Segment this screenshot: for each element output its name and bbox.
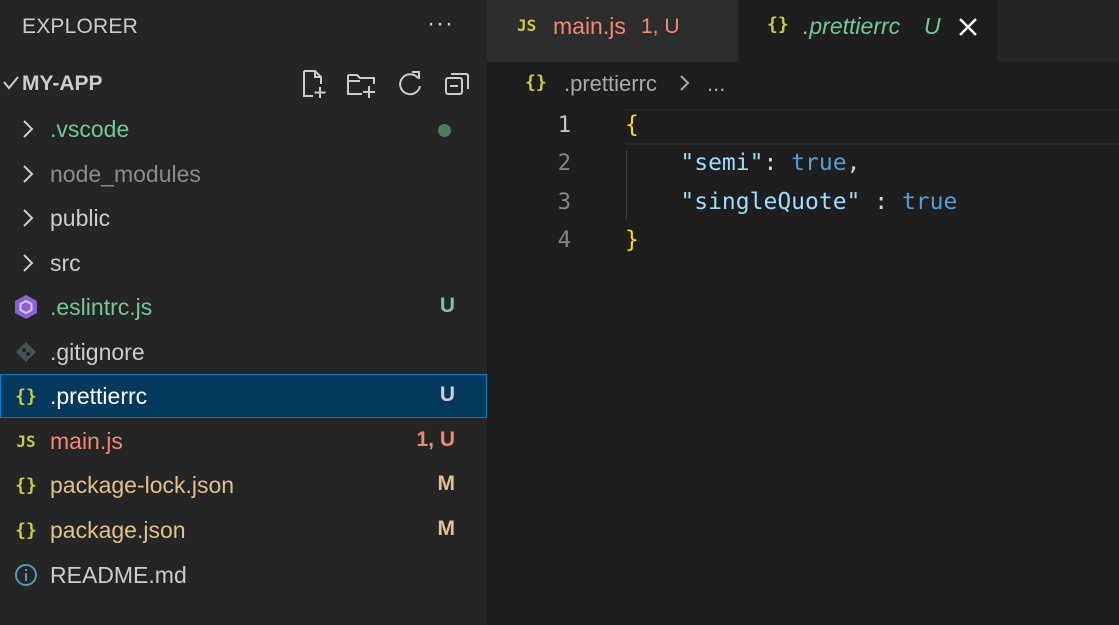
tree-item-gitignore[interactable]: .gitignore xyxy=(0,330,487,374)
eslint-icon xyxy=(15,295,37,319)
tree-item-label: .gitignore xyxy=(50,339,145,365)
breadcrumb-file[interactable]: .prettierrc xyxy=(564,71,657,97)
tab-git-badge: 1, U xyxy=(641,15,680,38)
tree-item-src[interactable]: src xyxy=(0,241,487,285)
git-status-badge: U xyxy=(439,294,455,317)
code-line: { xyxy=(625,112,639,138)
chevron-right-icon xyxy=(680,75,690,91)
tree-item-label: public xyxy=(50,205,111,231)
line-number: 4 xyxy=(557,228,571,253)
tab-prettierrc[interactable]: {} .prettierrc U xyxy=(739,0,997,62)
tree-item-package-lock-json[interactable]: {} package-lock.json M xyxy=(0,463,487,507)
json-braces-icon: {} xyxy=(525,72,547,93)
tree-item-label: node_modules xyxy=(50,161,201,187)
chevron-right-icon xyxy=(23,254,34,272)
code-token-key: "singleQuote" xyxy=(680,189,861,215)
code-token-punct: : xyxy=(860,189,902,215)
new-file-icon[interactable] xyxy=(298,68,330,100)
chevron-down-icon xyxy=(3,76,19,90)
code-line: "semi": true, xyxy=(625,150,860,176)
code-token-punct: : xyxy=(763,150,792,176)
workspace-folder-row[interactable]: MY-APP xyxy=(0,62,487,106)
javascript-icon: JS xyxy=(16,431,36,451)
json-braces-icon: {} xyxy=(15,519,37,541)
code-token-punct xyxy=(625,150,680,176)
tree-item-label: package.json xyxy=(50,517,186,543)
collapse-all-icon[interactable] xyxy=(442,68,474,100)
refresh-icon[interactable] xyxy=(394,68,426,100)
tree-item-main-js[interactable]: JS main.js 1, U xyxy=(0,419,487,463)
tab-label: main.js xyxy=(553,13,626,39)
explorer-sidebar: EXPLORER ··· MY-APP .vscode node_modules… xyxy=(0,0,487,625)
chevron-right-icon xyxy=(23,165,34,183)
tree-item-label: src xyxy=(50,250,81,276)
tab-bar: JS main.js 1, U {} .prettierrc U xyxy=(487,0,1119,62)
code-token-brace: { xyxy=(625,112,639,138)
tab-git-badge: U xyxy=(924,13,941,39)
git-icon xyxy=(16,342,36,362)
code-token-brace: } xyxy=(625,227,639,253)
tree-item-label: main.js xyxy=(50,428,123,454)
code-token-bool: true xyxy=(791,150,847,176)
code-token-key: "semi" xyxy=(680,150,764,176)
chevron-right-icon xyxy=(23,120,34,138)
json-braces-icon: {} xyxy=(15,474,37,496)
code-token-bool: true xyxy=(901,189,958,215)
chevron-right-icon xyxy=(23,209,34,227)
git-status-badge: M xyxy=(437,472,456,495)
tree-item-vscode[interactable]: .vscode xyxy=(0,107,487,151)
breadcrumb: {} .prettierrc ... xyxy=(487,62,1119,106)
tab-label: .prettierrc xyxy=(803,13,901,39)
close-icon[interactable] xyxy=(955,14,981,40)
tree-item-label: .prettierrc xyxy=(50,383,148,409)
json-braces-icon: {} xyxy=(15,385,37,407)
current-line-highlight xyxy=(625,109,1119,145)
tab-main-js[interactable]: JS main.js 1, U xyxy=(487,0,737,62)
more-actions-icon[interactable]: ··· xyxy=(427,10,454,38)
tree-item-readme[interactable]: README.md xyxy=(0,553,487,597)
tree-item-eslintrc[interactable]: .eslintrc.js U xyxy=(0,285,487,329)
tree-item-package-json[interactable]: {} package.json M xyxy=(0,508,487,552)
workspace-folder-name: MY-APP xyxy=(22,72,103,95)
git-status-badge: M xyxy=(437,517,456,540)
code-line: } xyxy=(625,227,639,253)
git-status-badge: 1, U xyxy=(416,428,455,451)
code-token-punct: , xyxy=(846,150,861,176)
tree-item-label: package-lock.json xyxy=(50,472,235,498)
tree-item-label: .eslintrc.js xyxy=(50,294,153,320)
javascript-icon: JS xyxy=(517,16,537,35)
line-number: 2 xyxy=(557,151,571,176)
tree-item-public[interactable]: public xyxy=(0,196,487,240)
git-status-badge: U xyxy=(439,383,455,406)
json-braces-icon: {} xyxy=(767,14,789,35)
tree-item-prettierrc[interactable]: {} .prettierrc U xyxy=(0,374,487,418)
code-token-punct xyxy=(625,189,680,215)
code-line: "singleQuote" : true xyxy=(625,189,957,215)
tree-item-label: README.md xyxy=(50,562,187,588)
info-icon xyxy=(15,564,37,586)
explorer-title: EXPLORER xyxy=(22,15,138,38)
tree-item-node-modules[interactable]: node_modules xyxy=(0,152,487,196)
line-number: 1 xyxy=(557,113,571,138)
new-folder-icon[interactable] xyxy=(346,68,378,100)
editor-group: JS main.js 1, U {} .prettierrc U {} .pre… xyxy=(487,0,1119,625)
explorer-header: EXPLORER ··· xyxy=(0,0,487,56)
breadcrumb-more[interactable]: ... xyxy=(707,71,725,97)
code-editor[interactable]: 1 2 3 4 { "semi": true, "singleQuote" : … xyxy=(487,106,1119,625)
tree-item-label: .vscode xyxy=(50,116,130,142)
line-number: 3 xyxy=(557,190,571,215)
modified-dot-badge xyxy=(438,124,451,137)
